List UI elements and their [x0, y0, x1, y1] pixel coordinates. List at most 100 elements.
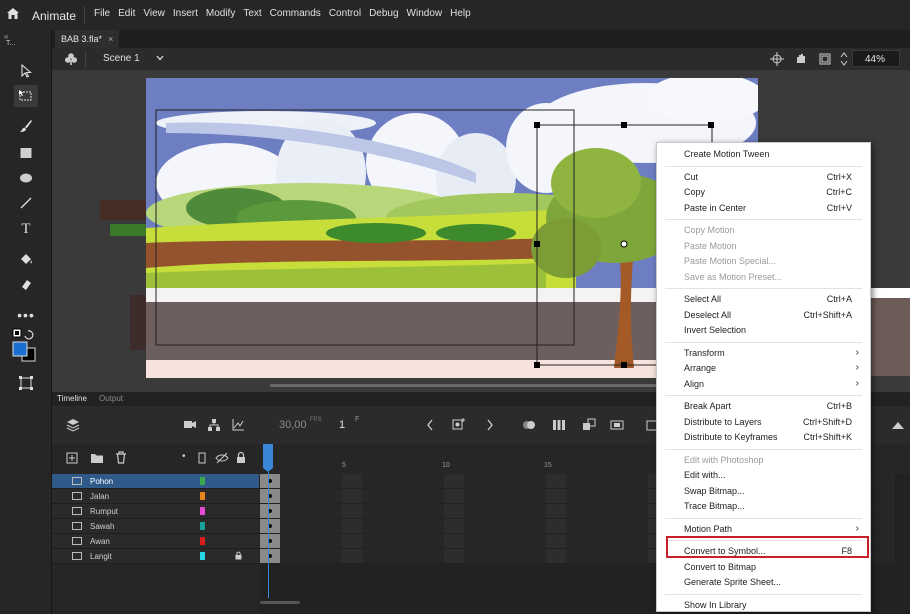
- frame-cell[interactable]: [382, 549, 405, 563]
- trash-icon[interactable]: [115, 451, 127, 464]
- frame-cell[interactable]: [545, 489, 568, 503]
- frame-cell[interactable]: [484, 504, 507, 518]
- menu-control[interactable]: Control: [329, 8, 361, 19]
- free-transform-tool-icon[interactable]: [14, 85, 38, 107]
- frame-cell[interactable]: [321, 489, 344, 503]
- paint-bucket-tool-icon[interactable]: [14, 248, 38, 270]
- fps-value[interactable]: 30,00: [279, 419, 307, 431]
- frame-cell[interactable]: [321, 519, 344, 533]
- frame-cell[interactable]: [627, 489, 650, 503]
- frame-cell[interactable]: [280, 489, 303, 503]
- frame-cell[interactable]: [362, 519, 384, 533]
- frame-cell[interactable]: [586, 474, 609, 488]
- frame-cell[interactable]: [382, 504, 405, 518]
- previous-frame-icon[interactable]: [426, 419, 434, 431]
- layer-color-swatch[interactable]: [200, 492, 205, 500]
- frame-cell[interactable]: [566, 489, 588, 503]
- menu-item-generate-sprite-sheet[interactable]: Generate Sprite Sheet...: [684, 575, 870, 589]
- frame-cell[interactable]: [402, 519, 425, 533]
- menu-item-convert-to-bitmap[interactable]: Convert to Bitmap: [684, 560, 870, 574]
- new-folder-icon[interactable]: [90, 452, 104, 464]
- layer-name[interactable]: Langit: [90, 552, 112, 561]
- menu-item-paste-in-center[interactable]: Paste in Center Ctrl+V: [684, 201, 870, 215]
- menu-item-distribute-to-layers[interactable]: Distribute to Layers Ctrl+Shift+D: [684, 415, 870, 429]
- frame-cell[interactable]: [872, 549, 894, 563]
- frame-cell[interactable]: [443, 519, 466, 533]
- frame-cell[interactable]: [341, 519, 364, 533]
- menu-item-distribute-to-keyframes[interactable]: Distribute to Keyframes Ctrl+Shift+K: [684, 430, 870, 444]
- layer-color-swatch[interactable]: [200, 507, 205, 515]
- frame-cell[interactable]: [525, 534, 548, 548]
- frame-cell[interactable]: [545, 534, 568, 548]
- frame-cell[interactable]: [402, 474, 425, 488]
- frame-cell[interactable]: [464, 474, 486, 488]
- frame-cell[interactable]: [545, 474, 568, 488]
- frame-cell[interactable]: [606, 534, 629, 548]
- frame-cell[interactable]: [872, 504, 894, 518]
- frame-cell[interactable]: [586, 504, 609, 518]
- frame-cell[interactable]: [402, 489, 425, 503]
- keyframe-cell[interactable]: [260, 519, 282, 533]
- keyframe-cell[interactable]: [260, 504, 282, 518]
- frame-cell[interactable]: [321, 549, 344, 563]
- frame-cell[interactable]: [627, 504, 650, 518]
- color-swatches[interactable]: [12, 328, 38, 368]
- frame-cell[interactable]: [586, 489, 609, 503]
- line-tool-icon[interactable]: [14, 192, 38, 214]
- snap-to-objects-icon[interactable]: [14, 372, 38, 394]
- frame-cell[interactable]: [606, 519, 629, 533]
- layer-name[interactable]: Sawah: [90, 522, 114, 531]
- eye-off-icon[interactable]: [215, 452, 229, 464]
- frame-cell[interactable]: [484, 549, 507, 563]
- menu-item-swap-bitmap[interactable]: Swap Bitmap...: [684, 484, 870, 498]
- frame-cell[interactable]: [443, 549, 466, 563]
- timeline-scrollbar[interactable]: [260, 601, 300, 604]
- menu-file[interactable]: File: [94, 8, 110, 19]
- selection-tool-icon[interactable]: [14, 60, 38, 82]
- tab-timeline[interactable]: Timeline: [57, 394, 87, 403]
- onion-skin-icon[interactable]: [522, 418, 536, 432]
- menu-item-transform[interactable]: Transform ›: [684, 346, 870, 360]
- frame-cell[interactable]: [627, 519, 650, 533]
- frame-cell[interactable]: [300, 549, 323, 563]
- clip-stage-icon[interactable]: [818, 52, 832, 66]
- menu-window[interactable]: Window: [407, 8, 443, 19]
- keyframe-cell[interactable]: [260, 534, 282, 548]
- frame-cell[interactable]: [362, 474, 384, 488]
- frame-cell[interactable]: [341, 549, 364, 563]
- frame-cell[interactable]: [606, 504, 629, 518]
- frame-cell[interactable]: [627, 534, 650, 548]
- lock-icon[interactable]: [235, 551, 242, 562]
- layer-row-rumput[interactable]: Rumput: [52, 504, 259, 519]
- frame-cell[interactable]: [504, 534, 527, 548]
- frame-cell[interactable]: [525, 549, 548, 563]
- frame-cell[interactable]: [586, 519, 609, 533]
- frame-cell[interactable]: [545, 504, 568, 518]
- frame-cell[interactable]: [504, 474, 527, 488]
- insert-keyframe-icon[interactable]: [452, 417, 466, 431]
- close-icon[interactable]: ×: [108, 34, 113, 44]
- document-tab[interactable]: BAB 3.fla* ×: [55, 30, 120, 48]
- frame-cell[interactable]: [566, 519, 588, 533]
- frame-cell[interactable]: [300, 504, 323, 518]
- layer-row-pohon[interactable]: Pohon: [52, 474, 259, 489]
- frame-cell[interactable]: [525, 474, 548, 488]
- frame-cell[interactable]: [423, 534, 446, 548]
- frame-cell[interactable]: [484, 489, 507, 503]
- more-tools-icon[interactable]: •••: [14, 304, 38, 326]
- frame-cell[interactable]: [382, 474, 405, 488]
- menu-item-trace-bitmap[interactable]: Trace Bitmap...: [684, 499, 870, 513]
- menu-item-show-in-library[interactable]: Show In Library: [684, 598, 870, 612]
- frame-cell[interactable]: [464, 534, 486, 548]
- eraser-tool-icon[interactable]: [14, 273, 38, 295]
- layer-parenting-icon[interactable]: [207, 418, 221, 432]
- frame-cell[interactable]: [300, 474, 323, 488]
- home-icon[interactable]: [6, 7, 20, 20]
- frame-cell[interactable]: [504, 549, 527, 563]
- frame-cell[interactable]: [362, 534, 384, 548]
- rotate-stage-icon[interactable]: [794, 52, 808, 66]
- frame-cell[interactable]: [423, 489, 446, 503]
- frame-cell[interactable]: [341, 504, 364, 518]
- frame-cell[interactable]: [872, 519, 894, 533]
- zoom-stepper-icon[interactable]: [840, 51, 848, 67]
